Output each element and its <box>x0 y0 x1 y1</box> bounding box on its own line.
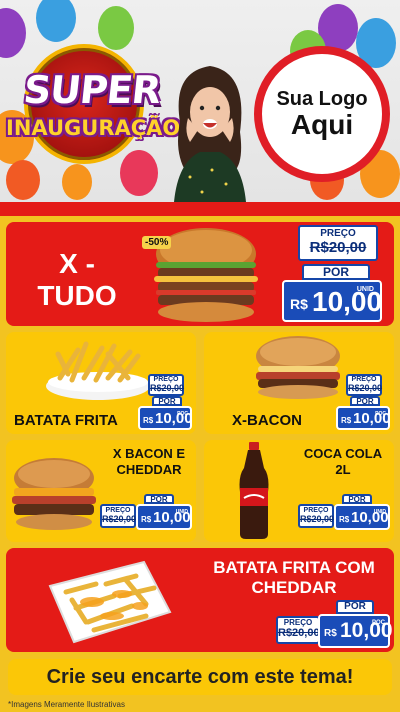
coca-cola-bottle-image <box>239 442 269 539</box>
headline-inauguracao: INAUGURAÇÃO <box>6 116 181 140</box>
old-price-box: PREÇO R$20,00 <box>298 504 334 528</box>
x-bacon-burger-image <box>256 336 340 399</box>
super-inauguracao-badge: SUPER INAUGURAÇÃO <box>6 38 181 168</box>
price-unit: POÇ <box>375 411 386 417</box>
price-unit: POÇ <box>371 620 385 626</box>
old-price-box: PREÇO R$20,00 <box>148 374 184 396</box>
product-card-x-bacon: X-BACON PREÇO R$20,00 POR R$ 10,00 POÇ <box>204 332 394 434</box>
old-price-value: R$20,00 <box>348 383 383 393</box>
product-card-x-bacon-cheddar: X BACON E CHEDDAR PREÇO R$20,00 POR R$ 1… <box>6 440 196 542</box>
price-box: R$ 10,00 POÇ <box>336 406 391 430</box>
price-box: R$ 10,00 UNID <box>282 280 382 322</box>
logo-line-2: Aqui <box>290 109 354 141</box>
price-box: R$ 10,00 UNID <box>136 504 192 530</box>
product-name-line-2: CHEDDAR <box>251 578 337 597</box>
product-card-batata-cheddar: BATATA FRITA COM CHEDDAR PREÇO R$20,00 P… <box>6 548 394 652</box>
french-fries-image <box>46 341 150 400</box>
product-name-batata-frita: BATATA FRITA <box>14 412 118 429</box>
product-name-coca-cola: COCA COLA 2L <box>296 446 390 478</box>
headline-super: SUPER <box>21 68 163 112</box>
product-name-line-1: X - <box>59 248 95 279</box>
header-banner: SUPER INAUGURAÇÃO Sua Logo Aqui <box>0 0 400 202</box>
price-unit: UNID <box>175 509 188 515</box>
logo-placeholder: Sua Logo Aqui <box>254 46 390 182</box>
disclaimer-text: *Imagens Meramente Ilustrativas <box>8 700 125 709</box>
logo-line-1: Sua Logo <box>276 88 368 111</box>
old-price-value: R$20,00 <box>300 514 335 524</box>
price-unit: POÇ <box>177 411 188 417</box>
price-currency: R$ <box>143 416 154 425</box>
price-unit: UNID <box>373 509 386 515</box>
price-currency: R$ <box>341 416 352 425</box>
product-card-xtudo: X - TUDO -50% PREÇO R$20,00 POR R$ 10,00… <box>6 222 394 326</box>
por-label: POR <box>336 600 374 614</box>
product-card-batata-frita: BATATA FRITA PREÇO R$20,00 POR R$ 10,00 … <box>6 332 196 434</box>
por-label: POR <box>144 494 174 504</box>
product-name-x-bacon: X-BACON <box>232 412 302 429</box>
product-name-line-1: BATATA FRITA COM <box>213 558 375 577</box>
por-label: POR <box>350 396 380 406</box>
product-name-line-1: COCA COLA <box>303 446 383 461</box>
balloon-icon <box>62 164 92 200</box>
product-name-batata-cheddar: BATATA FRITA COM CHEDDAR <box>196 558 392 598</box>
product-card-coca-cola: COCA COLA 2L PREÇO R$20,00 POR R$ 10,00 … <box>204 440 394 542</box>
product-name-xtudo: X - TUDO <box>12 248 142 312</box>
price-currency: R$ <box>339 515 350 524</box>
price-box: R$ 10,00 POÇ <box>138 406 193 430</box>
product-name-x-bacon-cheddar: X BACON E CHEDDAR <box>102 446 196 478</box>
price-currency: R$ <box>141 515 152 524</box>
product-name-line-2: CHEDDAR <box>116 462 182 477</box>
price-currency: R$ <box>290 296 308 312</box>
old-price-value: R$20,00 <box>309 239 367 256</box>
product-name-line-2: TUDO <box>37 280 117 311</box>
old-price-box: PREÇO R$20,00 <box>346 374 382 396</box>
discount-badge: -50% <box>142 236 172 249</box>
footer-cta-banner: Crie seu encarte com este tema! <box>8 659 392 695</box>
fries-with-cheddar-image <box>48 560 172 644</box>
old-price-box: PREÇO R$20,00 <box>100 504 136 528</box>
old-price-value: R$20,00 <box>102 514 137 524</box>
price-currency: R$ <box>324 628 337 639</box>
product-name-line-2: 2L <box>335 462 351 477</box>
balloon-icon <box>36 0 76 42</box>
price-box: R$ 10,00 POÇ <box>318 614 393 648</box>
product-name-line-1: X BACON E <box>112 446 186 461</box>
old-price-value: R$20,00 <box>150 383 185 393</box>
red-band <box>0 202 400 216</box>
old-price-value: R$20,00 <box>278 627 320 639</box>
old-price-box: PREÇO R$20,00 <box>276 616 320 644</box>
old-price-box: PREÇO R$20,00 <box>298 225 378 261</box>
price-box: R$ 10,00 UNID <box>334 504 390 530</box>
por-label: POR <box>342 494 372 504</box>
smiling-woman-image <box>174 66 246 202</box>
price-unit: UNID <box>356 286 374 293</box>
por-label: POR <box>152 396 182 406</box>
x-bacon-cheddar-burger-image <box>12 458 96 530</box>
por-label: POR <box>302 264 370 280</box>
